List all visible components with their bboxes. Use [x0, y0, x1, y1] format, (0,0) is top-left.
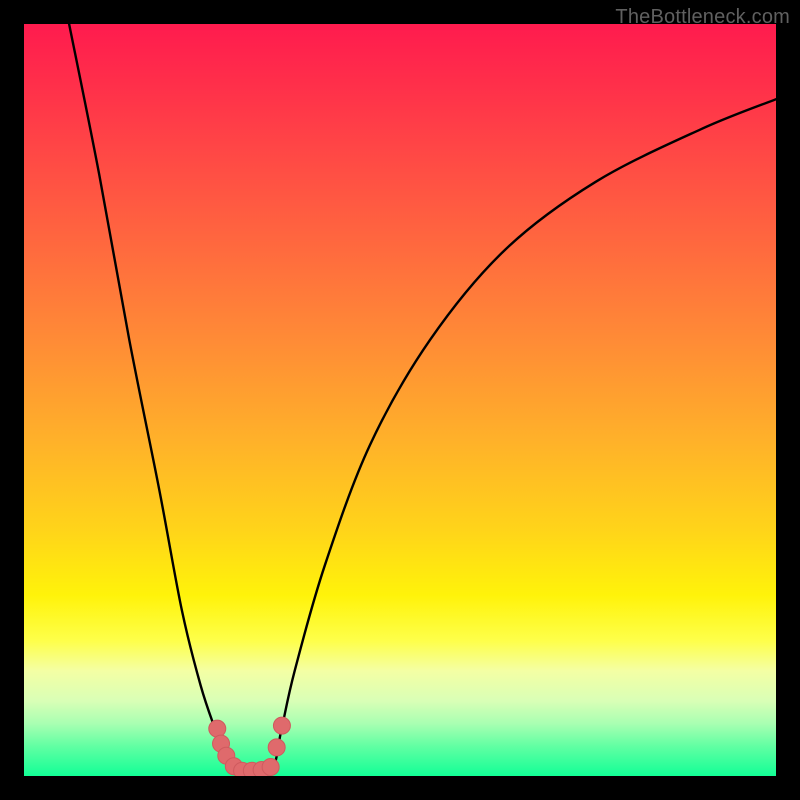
- plot-area: [24, 24, 776, 776]
- chart-svg: [24, 24, 776, 776]
- curve-marker: [209, 720, 226, 737]
- curve-marker: [273, 717, 290, 734]
- curve-markers: [209, 717, 291, 776]
- bottleneck-curve: [69, 24, 776, 776]
- curve-marker: [268, 739, 285, 756]
- curve-marker: [262, 758, 279, 775]
- watermark-text: TheBottleneck.com: [615, 6, 790, 29]
- chart-frame: TheBottleneck.com: [0, 0, 800, 800]
